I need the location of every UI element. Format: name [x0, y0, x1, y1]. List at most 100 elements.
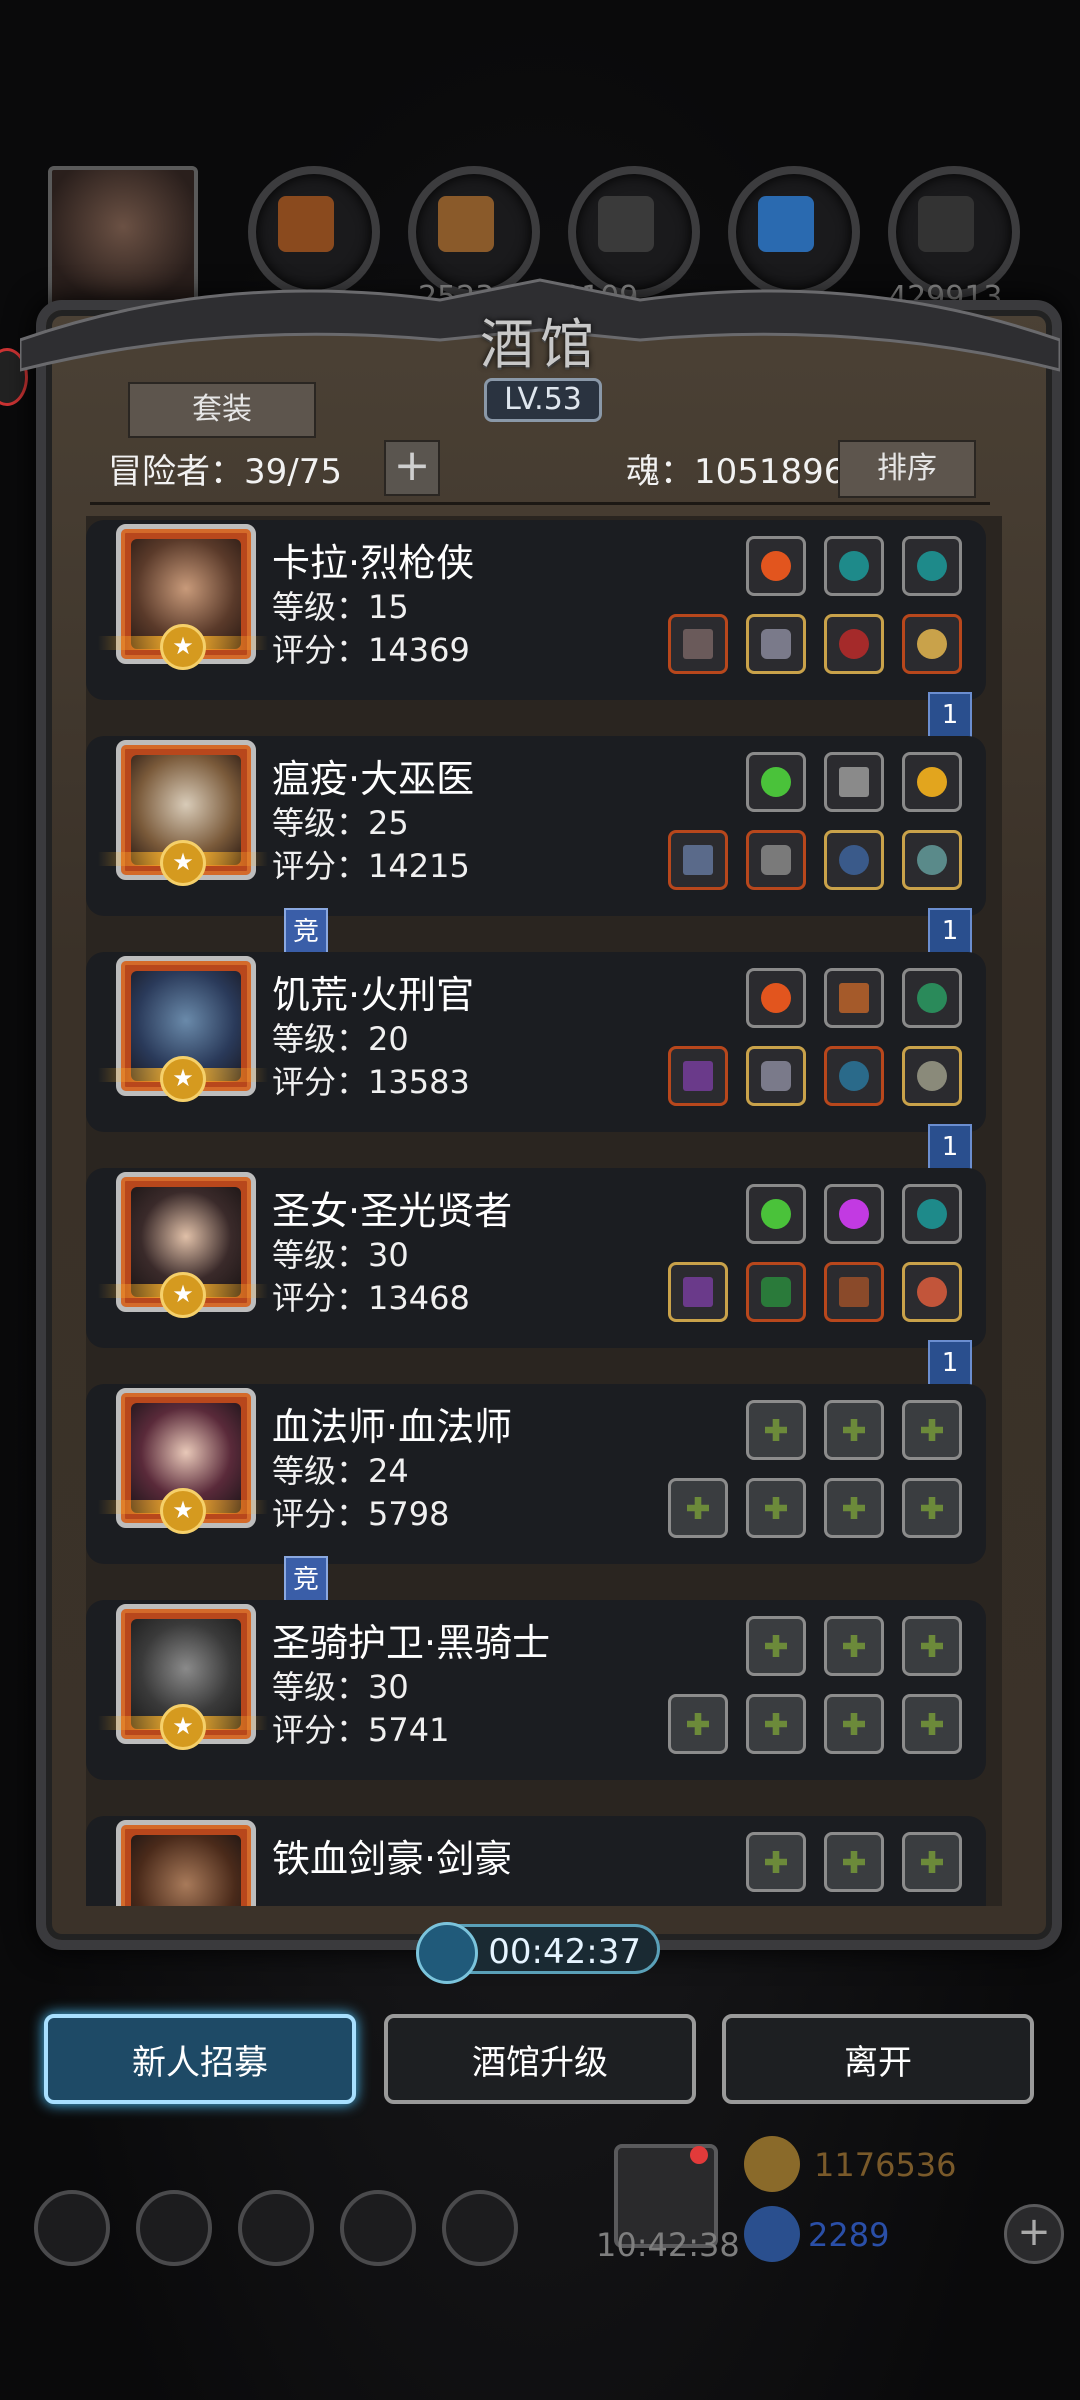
empty-gem-slot-icon[interactable]	[824, 1832, 884, 1892]
hero-score: 评分：14215	[272, 847, 470, 885]
divider	[90, 502, 990, 505]
hero-score: 评分：13468	[272, 1279, 470, 1317]
empty-weapon-slot-icon[interactable]	[668, 1694, 728, 1754]
hero-card[interactable]: ★ 卡拉·烈枪侠 等级：15 评分：14369	[86, 520, 986, 700]
teal-gem-icon[interactable]	[902, 536, 962, 596]
hero-portrait[interactable]	[116, 1820, 256, 1906]
robe-icon[interactable]	[746, 830, 806, 890]
hero-card[interactable]: ★ 血法师·血法师 等级：24 评分：5798	[86, 1384, 986, 1564]
hero-score: 评分：5798	[272, 1495, 450, 1533]
hero-name: 饥荒·火刑官	[272, 973, 475, 1017]
book-icon[interactable]	[824, 1262, 884, 1322]
hero-card[interactable]: 铁血剑豪·剑豪	[86, 1816, 986, 1906]
rune-icon[interactable]	[824, 752, 884, 812]
mail-icon[interactable]	[340, 2190, 416, 2266]
hero-card[interactable]: ★ 圣骑护卫·黑骑士 等级：30 评分：5741	[86, 1600, 986, 1780]
add-currency-button[interactable]: +	[1004, 2204, 1064, 2264]
tavern-level-badge: LV.53	[484, 378, 602, 422]
staff-weapon-icon[interactable]	[668, 830, 728, 890]
upgrade-tavern-button[interactable]: 酒馆升级	[384, 2014, 696, 2104]
lance-weapon-icon[interactable]	[668, 614, 728, 674]
hero-score: 评分：5741	[272, 1711, 450, 1749]
clock-icon	[416, 1922, 478, 1984]
empty-accessory-slot-icon[interactable]	[902, 1694, 962, 1754]
empty-gem-slot-icon[interactable]	[746, 1400, 806, 1460]
ring-icon[interactable]	[902, 830, 962, 890]
notification-dot	[690, 2146, 708, 2164]
star-rank-icon: ★	[160, 840, 206, 886]
boots-icon[interactable]	[824, 830, 884, 890]
jade-bowl-icon[interactable]	[902, 968, 962, 1028]
empty-weapon-slot-icon[interactable]	[668, 1478, 728, 1538]
hero-level: 等级：24	[272, 1452, 409, 1490]
empty-gem-slot-icon[interactable]	[746, 1616, 806, 1676]
empty-accessory-slot-icon[interactable]	[902, 1478, 962, 1538]
map-icon[interactable]	[238, 2190, 314, 2266]
empty-gem-slot-icon[interactable]	[902, 1400, 962, 1460]
hero-card[interactable]: ★ 瘟疫·大巫医 等级：25 评分：14215	[86, 736, 986, 916]
amulet-icon[interactable]	[902, 614, 962, 674]
empty-accessory-slot-icon[interactable]	[824, 1478, 884, 1538]
star-rank-icon: ★	[160, 1704, 206, 1750]
star-rank-icon: ★	[160, 1056, 206, 1102]
helmet-icon[interactable]	[824, 614, 884, 674]
empty-accessory-slot-icon[interactable]	[824, 1694, 884, 1754]
star-rank-icon: ★	[160, 624, 206, 670]
game-clock: 10:42:38	[596, 2226, 740, 2264]
page-title: 酒馆	[480, 313, 600, 376]
adventurer-count: 冒险者：39/75	[108, 452, 342, 492]
soul-count: 魂：1051896	[626, 452, 846, 492]
gold-coin-icon	[744, 2136, 800, 2192]
achievement-icon[interactable]	[136, 2190, 212, 2266]
scepter-weapon-icon[interactable]	[668, 1262, 728, 1322]
leave-button[interactable]: 离开	[722, 2014, 1034, 2104]
mace-weapon-icon[interactable]	[668, 1046, 728, 1106]
add-capacity-button[interactable]: +	[384, 440, 440, 496]
chat-icon[interactable]	[442, 2190, 518, 2266]
teal-gem-icon[interactable]	[902, 1184, 962, 1244]
empty-gem-slot-icon[interactable]	[902, 1616, 962, 1676]
star-rank-icon: ★	[160, 1272, 206, 1318]
hero-level: 等级：20	[272, 1020, 409, 1058]
gold-amount: 1176536	[814, 2146, 957, 2184]
chest-armor-icon[interactable]	[746, 1046, 806, 1106]
gloves-icon[interactable]	[824, 1046, 884, 1106]
empty-gem-slot-icon[interactable]	[824, 1400, 884, 1460]
green-gem-icon[interactable]	[746, 752, 806, 812]
spear-icon[interactable]	[824, 968, 884, 1028]
heart-charm-icon[interactable]	[902, 1262, 962, 1322]
hero-level: 等级：25	[272, 804, 409, 842]
arena-tag: 竞	[284, 1556, 328, 1606]
empty-gem-slot-icon[interactable]	[746, 1832, 806, 1892]
hero-list[interactable]: ★ 卡拉·烈枪侠 等级：15 评分：14369 1 ★ 瘟疫·大巫医 等级：25…	[86, 516, 1002, 1906]
bracer-icon[interactable]	[902, 1046, 962, 1106]
settings-icon[interactable]	[34, 2190, 110, 2266]
empty-gem-slot-icon[interactable]	[902, 1832, 962, 1892]
suit-button[interactable]: 套装	[128, 382, 316, 438]
hero-name: 卡拉·烈枪侠	[272, 541, 475, 585]
recruit-button[interactable]: 新人招募	[44, 2014, 356, 2104]
arena-tag: 竞	[284, 908, 328, 958]
hero-name: 血法师·血法师	[272, 1405, 513, 1449]
sort-button[interactable]: 排序	[838, 440, 976, 498]
empty-armor-slot-icon[interactable]	[746, 1478, 806, 1538]
hero-card[interactable]: ★ 圣女·圣光贤者 等级：30 评分：13468	[86, 1168, 986, 1348]
armor-icon[interactable]	[746, 614, 806, 674]
hero-score: 评分：14369	[272, 631, 470, 669]
green-gem-icon[interactable]	[746, 1184, 806, 1244]
hero-card[interactable]: ★ 饥荒·火刑官 等级：20 评分：13583	[86, 952, 986, 1132]
lantern-icon[interactable]	[902, 752, 962, 812]
gem-icon	[744, 2206, 800, 2262]
hero-name: 圣骑护卫·黑骑士	[272, 1621, 551, 1665]
star-rank-icon: ★	[160, 1488, 206, 1534]
hero-name: 铁血剑豪·剑豪	[272, 1837, 513, 1881]
empty-gem-slot-icon[interactable]	[824, 1616, 884, 1676]
teal-gem-icon[interactable]	[824, 536, 884, 596]
hero-level: 等级：30	[272, 1668, 409, 1706]
fire-gem-icon[interactable]	[746, 536, 806, 596]
empty-armor-slot-icon[interactable]	[746, 1694, 806, 1754]
green-robe-icon[interactable]	[746, 1262, 806, 1322]
fire-gem-icon[interactable]	[746, 968, 806, 1028]
hero-level: 等级：30	[272, 1236, 409, 1274]
purple-gem-icon[interactable]	[824, 1184, 884, 1244]
